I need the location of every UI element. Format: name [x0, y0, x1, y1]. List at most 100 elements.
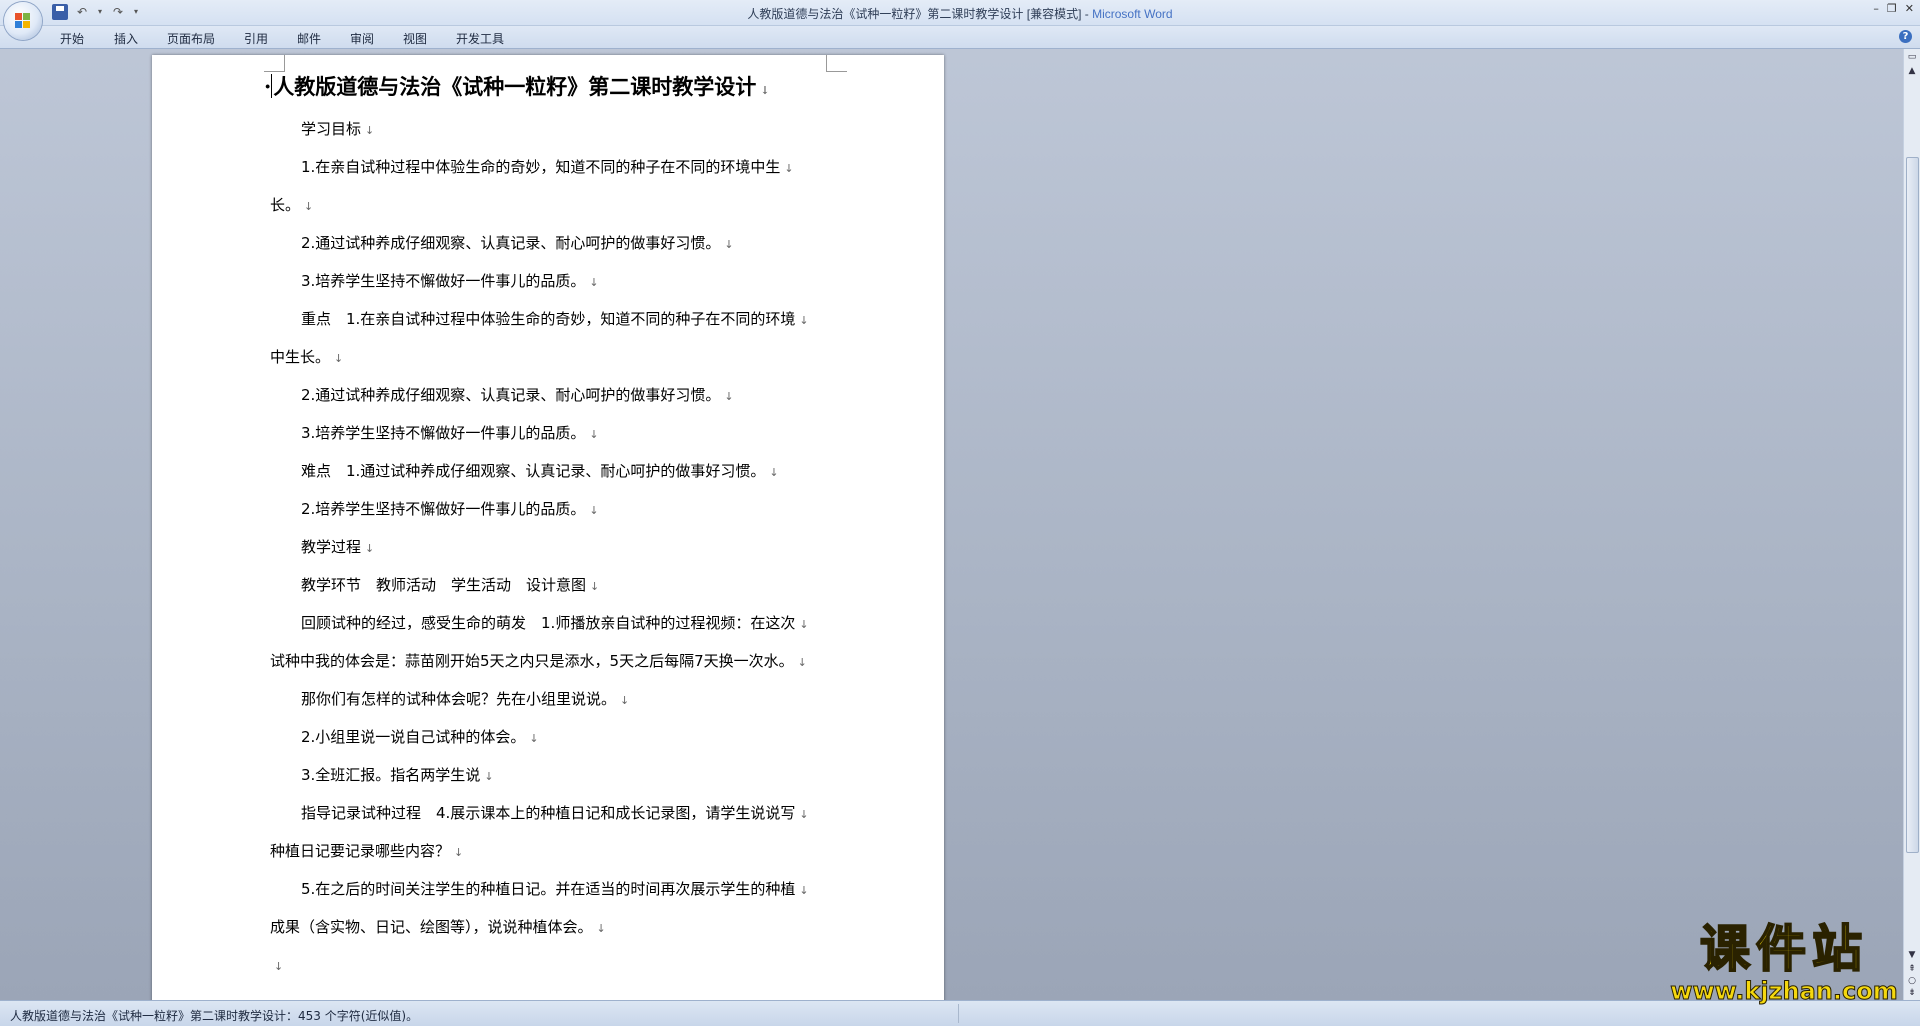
close-icon[interactable]: ✕ [1905, 2, 1914, 15]
restore-icon[interactable]: ❐ [1887, 2, 1897, 15]
document-line-text: 回顾试种的经过，感受生命的萌发 1.师播放亲自试种的过程视频：在这次 [301, 614, 796, 632]
paragraph-mark: ↓ [304, 200, 314, 213]
paragraph-mark: ↓ [454, 846, 464, 859]
document-line-text: 难点 1.通过试种养成仔细观察、认真记录、耐心呵护的做事好习惯。 [301, 462, 766, 480]
window-title-app: Microsoft Word [1092, 7, 1173, 21]
document-line[interactable]: 3.全班汇报。指名两学生说 ↓ [270, 757, 830, 795]
paragraph-mark: ↓ [365, 542, 375, 555]
document-title[interactable]: ·人教版道德与法治《试种一粒籽》第二课时教学设计 ↓ [264, 67, 830, 111]
document-line-text: 教学环节 教师活动 学生活动 设计意图 [301, 576, 587, 594]
paragraph-mark: ↓ [596, 922, 606, 935]
document-line-text: 2.小组里说一说自己试种的体会。 [301, 728, 526, 746]
scroll-up-icon[interactable]: ▲ [1906, 65, 1918, 77]
document-line[interactable]: ↓ [270, 947, 830, 985]
scrollbar-thumb[interactable] [1906, 157, 1919, 853]
document-line-text: 指导记录试种过程 4.展示课本上的种植日记和成长记录图，请学生说说写 [301, 804, 796, 822]
document-line[interactable]: 1.在亲自试种过程中体验生命的奇妙，知道不同的种子在不同的环境中生 ↓ [270, 149, 830, 187]
paragraph-mark: ↓ [589, 276, 599, 289]
document-line[interactable]: 种植日记要记录哪些内容？ ↓ [270, 833, 830, 871]
document-line[interactable]: 教学环节 教师活动 学生活动 设计意图 ↓ [270, 567, 830, 605]
document-line-text: 2.通过试种养成仔细观察、认真记录、耐心呵护的做事好习惯。 [301, 234, 721, 252]
paragraph-mark: ↓ [724, 390, 734, 403]
document-line-text: 种植日记要记录哪些内容？ [270, 842, 451, 860]
tab-page-layout[interactable]: 页面布局 [167, 30, 215, 47]
document-line[interactable]: 指导记录试种过程 4.展示课本上的种植日记和成长记录图，请学生说说写 ↓ [270, 795, 830, 833]
document-line-text: 重点 1.在亲自试种过程中体验生命的奇妙，知道不同的种子在不同的环境 [301, 310, 796, 328]
document-line[interactable]: 难点 1.通过试种养成仔细观察、认真记录、耐心呵护的做事好习惯。 ↓ [270, 453, 830, 491]
document-line[interactable]: 成果（含实物、日记、绘图等），说说种植体会。 ↓ [270, 909, 830, 947]
paragraph-mark: ↓ [799, 808, 809, 821]
status-text: 人教版道德与法治《试种一粒籽》第二课时教学设计：453 个字符(近似值)。 [10, 1009, 419, 1023]
document-line[interactable]: 中生长。 ↓ [270, 339, 830, 377]
paragraph-mark: ↓ [589, 428, 599, 441]
paragraph-mark: ↓ [365, 124, 375, 137]
document-line[interactable]: 2.通过试种养成仔细观察、认真记录、耐心呵护的做事好习惯。 ↓ [270, 225, 830, 263]
tab-view[interactable]: 视图 [403, 30, 427, 47]
paragraph-mark: ↓ [334, 352, 344, 365]
help-icon[interactable]: ? [1899, 30, 1912, 43]
document-line[interactable]: 学习目标 ↓ [270, 111, 830, 149]
vertical-scrollbar[interactable]: ▭ ▲ ▼ ⇞ ○ ⇟ [1903, 49, 1920, 1000]
tab-review[interactable]: 审阅 [350, 30, 374, 47]
document-line-text: 教学过程 [301, 538, 362, 556]
document-line-text: 3.培养学生坚持不懈做好一件事儿的品质。 [301, 272, 586, 290]
document-line-text: 长。 [270, 196, 301, 214]
paragraph-mark: ↓ [484, 770, 494, 783]
document-content[interactable]: ·人教版道德与法治《试种一粒籽》第二课时教学设计 ↓ 学习目标 ↓ 1.在亲自试种过程… [264, 67, 830, 985]
document-line[interactable]: 试种中我的体会是：蒜苗刚开始5天之内只是添水，5天之后每隔7天换一次水。 ↓ [270, 643, 830, 681]
minimize-icon[interactable]: – [1873, 2, 1879, 15]
document-line[interactable]: 教学过程 ↓ [270, 529, 830, 567]
window-title-doc: 人教版道德与法治《试种一粒籽》第二课时教学设计 [兼容模式] - [747, 7, 1093, 21]
document-line[interactable]: 5.在之后的时间关注学生的种植日记。并在适当的时间再次展示学生的种植 ↓ [270, 871, 830, 909]
paragraph-mark: ↓ [590, 580, 600, 593]
document-line[interactable]: 3.培养学生坚持不懈做好一件事儿的品质。 ↓ [270, 415, 830, 453]
browse-object-icon[interactable]: ○ [1906, 975, 1918, 987]
document-area: ·人教版道德与法治《试种一粒籽》第二课时教学设计 ↓ 学习目标 ↓ 1.在亲自试种过程… [0, 49, 1904, 1000]
tab-mailings[interactable]: 邮件 [297, 30, 321, 47]
paragraph-mark: ↓ [760, 84, 770, 97]
document-line-text: 成果（含实物、日记、绘图等），说说种植体会。 [270, 918, 593, 936]
paragraph-mark: ↓ [799, 618, 809, 631]
next-page-icon[interactable]: ⇟ [1906, 987, 1918, 999]
document-line[interactable]: 长。 ↓ [270, 187, 830, 225]
document-line-text: 学习目标 [301, 120, 362, 138]
paragraph-mark: ↓ [589, 504, 599, 517]
tab-insert[interactable]: 插入 [114, 30, 138, 47]
document-line[interactable]: 2.培养学生坚持不懈做好一件事儿的品质。 ↓ [270, 491, 830, 529]
paragraph-mark: ↓ [784, 162, 794, 175]
document-line-text: 1.在亲自试种过程中体验生命的奇妙，知道不同的种子在不同的环境中生 [301, 158, 781, 176]
scroll-down-icon[interactable]: ▼ [1906, 949, 1918, 961]
office-logo-icon [15, 13, 31, 29]
ruler-toggle-icon[interactable]: ▭ [1906, 51, 1918, 63]
tab-references[interactable]: 引用 [244, 30, 268, 47]
document-line-text: 5.在之后的时间关注学生的种植日记。并在适当的时间再次展示学生的种植 [301, 880, 796, 898]
tab-home[interactable]: 开始 [60, 30, 84, 47]
document-page[interactable]: ·人教版道德与法治《试种一粒籽》第二课时教学设计 ↓ 学习目标 ↓ 1.在亲自试种过程… [152, 55, 944, 1000]
document-body: 学习目标 ↓ 1.在亲自试种过程中体验生命的奇妙，知道不同的种子在不同的环境中生 ↓ 长… [270, 111, 830, 985]
paragraph-mark: ↓ [769, 466, 779, 479]
document-line[interactable]: 重点 1.在亲自试种过程中体验生命的奇妙，知道不同的种子在不同的环境 ↓ [270, 301, 830, 339]
office-button[interactable] [4, 2, 42, 40]
paragraph-mark: ↓ [274, 960, 284, 973]
title-bar: ↶ ▾ ↷ ▾ 人教版道德与法治《试种一粒籽》第二课时教学设计 [兼容模式] -… [0, 0, 1920, 26]
document-line-text: 3.全班汇报。指名两学生说 [301, 766, 481, 784]
window-title: 人教版道德与法治《试种一粒籽》第二课时教学设计 [兼容模式] - Microso… [0, 5, 1920, 22]
previous-page-icon[interactable]: ⇞ [1906, 963, 1918, 975]
ribbon-tabs: 开始 插入 页面布局 引用 邮件 审阅 视图 开发工具 ? [0, 26, 1920, 49]
document-line[interactable]: 3.培养学生坚持不懈做好一件事儿的品质。 ↓ [270, 263, 830, 301]
document-line[interactable]: 2.小组里说一说自己试种的体会。 ↓ [270, 719, 830, 757]
document-line[interactable]: 回顾试种的经过，感受生命的萌发 1.师播放亲自试种的过程视频：在这次 ↓ [270, 605, 830, 643]
document-title-text: 人教版道德与法治《试种一粒籽》第二课时教学设计 [273, 74, 757, 99]
watermark-url: www.kjzhan.com [1670, 977, 1898, 1005]
document-line-text: 3.培养学生坚持不懈做好一件事儿的品质。 [301, 424, 586, 442]
status-divider [958, 1004, 959, 1023]
paragraph-mark: ↓ [799, 314, 809, 327]
document-line[interactable]: 2.通过试种养成仔细观察、认真记录、耐心呵护的做事好习惯。 ↓ [270, 377, 830, 415]
document-line-text: 那你们有怎样的试种体会呢？先在小组里说说。 [301, 690, 617, 708]
watermark-name: 课件站 [1699, 919, 1868, 979]
paragraph-mark: ↓ [799, 884, 809, 897]
document-line[interactable]: 那你们有怎样的试种体会呢？先在小组里说说。 ↓ [270, 681, 830, 719]
document-line-text: 试种中我的体会是：蒜苗刚开始5天之内只是添水，5天之后每隔7天换一次水。 [270, 652, 794, 670]
tab-developer[interactable]: 开发工具 [456, 30, 504, 47]
paragraph-mark: ↓ [620, 694, 630, 707]
